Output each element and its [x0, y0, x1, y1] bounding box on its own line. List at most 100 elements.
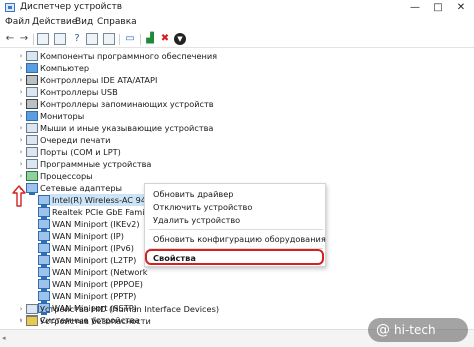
tree-item-label: Мониторы	[40, 111, 85, 121]
maximize-button[interactable]: □	[427, 0, 449, 16]
watermark-symbol: @	[376, 322, 390, 338]
tree-item-label: Сетевые адаптеры	[40, 183, 123, 193]
menu-action[interactable]: Действие	[32, 17, 77, 27]
tree-item[interactable]: › Контроллеры USB	[0, 86, 474, 98]
chevron-right-icon[interactable]: ›	[17, 74, 25, 86]
usb-controller-icon	[26, 87, 38, 97]
tree-item[interactable]: › Очереди печати	[0, 134, 474, 146]
tree-item-label: Мыши и иные указывающие устройства	[40, 123, 214, 133]
menu-item-scan-hardware[interactable]: Обновить конфигурацию оборудования	[153, 233, 326, 245]
tree-item[interactable]: › Компоненты программного обеспечения	[0, 50, 474, 62]
tree-item[interactable]: › Контроллеры IDE ATA/ATAPI	[0, 74, 474, 86]
tree-item[interactable]: WAN Miniport (PPTP)	[0, 290, 474, 303]
menu-item-disable-device[interactable]: Отключить устройство	[153, 201, 252, 213]
scan-hardware-icon[interactable]: ▭	[124, 33, 136, 45]
device-manager-window: Диспетчер устройств — □ ✕ Файл Действие …	[0, 0, 474, 347]
tree-item-label: Порты (COM и LPT)	[40, 147, 121, 157]
network-adapter-icon	[26, 183, 38, 195]
computer-icon	[26, 63, 38, 73]
forward-arrow-icon[interactable]: →	[18, 33, 30, 45]
tree-item[interactable]: › Мыши и иные указывающие устройства	[0, 122, 474, 134]
chevron-right-icon[interactable]: ›	[17, 315, 25, 327]
tree-item[interactable]: › Программные устройства	[0, 158, 474, 170]
chevron-right-icon[interactable]: ›	[17, 170, 25, 182]
port-icon	[26, 147, 38, 157]
menu-item-update-driver[interactable]: Обновить драйвер	[153, 188, 233, 200]
menu-view[interactable]: Вид	[75, 17, 93, 27]
chevron-right-icon[interactable]: ›	[17, 98, 25, 110]
network-adapter-icon	[38, 291, 50, 303]
processor-icon	[26, 171, 38, 181]
chevron-right-icon[interactable]: ›	[17, 134, 25, 146]
toolbar-separator	[119, 34, 120, 45]
menu-bar: Файл Действие Вид Справка	[0, 16, 474, 30]
show-hide-tree-icon[interactable]	[37, 33, 49, 45]
update-driver-icon[interactable]	[86, 33, 98, 45]
tree-item-label: WAN Miniport (L2TP)	[52, 255, 137, 265]
tree-item-label: WAN Miniport (IKEv2)	[52, 219, 140, 229]
ide-controller-icon	[26, 75, 38, 85]
red-arrow-icon	[12, 185, 26, 207]
tree-item-label: Контроллеры USB	[40, 87, 118, 97]
properties-icon[interactable]	[54, 33, 66, 45]
chevron-right-icon[interactable]: ›	[17, 110, 25, 122]
tree-item[interactable]: › Порты (COM и LPT)	[0, 146, 474, 158]
tree-item-label: Intel(R) Wireless-AC 9462	[50, 194, 159, 206]
menu-separator	[149, 229, 323, 230]
title-bar: Диспетчер устройств — □ ✕	[0, 0, 474, 16]
minimize-button[interactable]: —	[404, 0, 426, 16]
tree-item-label: Устройства безопасности	[40, 316, 151, 326]
software-device-icon	[26, 159, 38, 169]
tree-item-label: Компьютер	[40, 63, 90, 73]
tree-item-label: WAN Miniport (IP)	[52, 231, 124, 241]
watermark-text: hi-tech	[394, 323, 436, 337]
tree-item[interactable]: › Мониторы	[0, 110, 474, 122]
close-button[interactable]: ✕	[450, 0, 472, 16]
toolbar: ← → ? ▭ ▟ ✖ ▼	[0, 31, 474, 48]
scroll-left-icon[interactable]: ◂	[2, 334, 6, 342]
network-adapter-icon	[38, 219, 50, 231]
back-arrow-icon[interactable]: ←	[4, 33, 16, 45]
tree-item-label: Компоненты программного обеспечения	[40, 51, 218, 61]
network-adapter-icon	[38, 279, 50, 291]
menu-item-uninstall-device[interactable]: Удалить устройство	[153, 214, 240, 226]
mouse-icon	[26, 123, 38, 133]
tree-item[interactable]: › Устройства HID (Human Interface Device…	[0, 303, 474, 315]
uninstall-icon[interactable]: ✖	[159, 33, 171, 45]
tree-item-label: Процессоры	[40, 171, 93, 181]
download-icon[interactable]: ▼	[174, 33, 186, 45]
chevron-right-icon[interactable]: ›	[17, 146, 25, 158]
chevron-right-icon[interactable]: ›	[17, 50, 25, 62]
tree-item-label: Устройства HID (Human Interface Devices)	[40, 304, 220, 314]
security-device-icon	[26, 316, 38, 326]
tree-item-label: Программные устройства	[40, 159, 152, 169]
network-adapter-icon	[38, 255, 50, 267]
hi-tech-watermark: @ hi-tech	[368, 318, 468, 342]
add-legacy-icon[interactable]: ▟	[144, 33, 156, 45]
view-icon[interactable]	[103, 33, 115, 45]
tree-item[interactable]: › Процессоры	[0, 170, 474, 182]
tree-item[interactable]: WAN Miniport (Network	[0, 266, 474, 279]
hid-device-icon	[26, 304, 38, 314]
toolbar-separator	[33, 34, 34, 45]
tree-item[interactable]: › Контроллеры запоминающих устройств	[0, 98, 474, 110]
tree-item-label: WAN Miniport (Network	[52, 267, 148, 277]
chevron-right-icon[interactable]: ›	[17, 158, 25, 170]
tree-item-label: Realtek PCIe GbE Family	[52, 207, 152, 217]
tree-item[interactable]: WAN Miniport (PPPOE)	[0, 278, 474, 291]
device-manager-icon	[5, 3, 15, 12]
menu-file[interactable]: Файл	[5, 17, 30, 27]
tree-item[interactable]: › Компьютер	[0, 62, 474, 74]
window-title: Диспетчер устройств	[20, 2, 123, 12]
chevron-right-icon[interactable]: ›	[17, 62, 25, 74]
network-adapter-icon	[38, 267, 50, 279]
chevron-right-icon[interactable]: ›	[17, 303, 25, 315]
tree-item-label: WAN Miniport (PPPOE)	[52, 279, 143, 289]
menu-help[interactable]: Справка	[97, 17, 137, 27]
chevron-right-icon[interactable]: ›	[17, 86, 25, 98]
network-adapter-icon	[38, 207, 50, 219]
chevron-right-icon[interactable]: ›	[17, 122, 25, 134]
help-icon[interactable]: ?	[71, 33, 83, 45]
network-adapter-icon	[38, 195, 50, 207]
tree-item-label: Очереди печати	[40, 135, 111, 145]
